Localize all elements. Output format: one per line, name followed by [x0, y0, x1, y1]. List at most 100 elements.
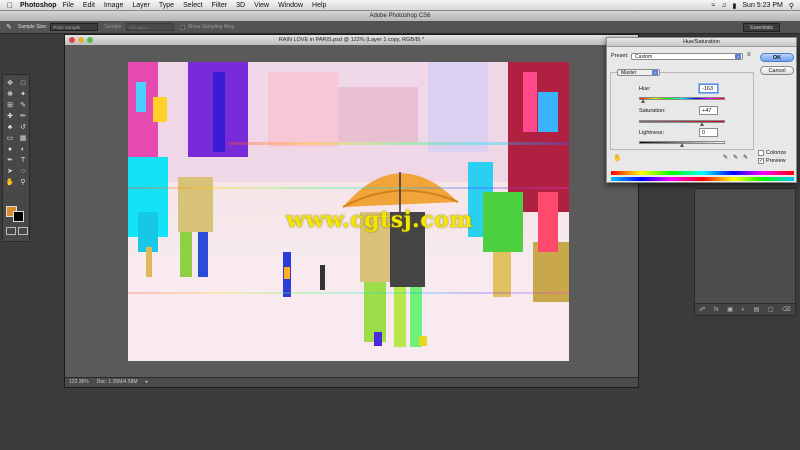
apple-menu-icon[interactable]: 	[4, 1, 16, 10]
doc-info[interactable]: Doc: 1.35M/4.58M	[97, 378, 138, 387]
menu-app-name[interactable]: Photoshop	[20, 2, 57, 9]
healing-brush-icon[interactable]: ✚	[4, 112, 16, 122]
saturation-field[interactable]: +47	[699, 106, 718, 115]
close-window-button[interactable]	[69, 37, 75, 43]
sample-size-label: Sample Size:	[17, 24, 48, 30]
adjustment-layer-icon[interactable]: ◐	[741, 307, 745, 313]
menu-layer[interactable]: Layer	[132, 2, 150, 9]
menu-3d[interactable]: 3D	[236, 2, 245, 9]
eyedropper-icon[interactable]: ✎	[17, 101, 29, 111]
minimize-window-button[interactable]	[78, 37, 84, 43]
document-title-bar[interactable]: RAIN LOVE in PARIS.psd @ 122% (Layer 1 c…	[65, 35, 638, 45]
history-brush-icon[interactable]: ↺	[17, 123, 29, 133]
channel-select[interactable]: Master ↕	[617, 69, 660, 76]
lasso-tool-icon[interactable]: ❋	[4, 90, 16, 100]
hue-label: Hue:	[639, 86, 651, 92]
saturation-slider-thumb[interactable]	[700, 122, 705, 126]
zoom-level[interactable]: 122.36%	[69, 378, 89, 387]
document-title: RAIN LOVE in PARIS.psd @ 122% (Layer 1 c…	[278, 37, 425, 43]
menu-select[interactable]: Select	[183, 2, 202, 9]
menu-filter[interactable]: Filter	[212, 2, 228, 9]
menu-window[interactable]: Window	[278, 2, 303, 9]
colorize-label: Colorize	[766, 150, 787, 156]
add-mask-icon[interactable]: ▣	[727, 306, 733, 313]
hue-slider-track[interactable]	[639, 97, 725, 100]
saturation-label: Saturation:	[639, 108, 666, 114]
zoom-window-button[interactable]	[87, 37, 93, 43]
sample-size-select[interactable]: Point Sample	[50, 23, 99, 31]
menu-type[interactable]: Type	[159, 2, 174, 9]
new-layer-icon[interactable]: ▢	[768, 306, 774, 313]
preset-select[interactable]: Custom ↕	[631, 53, 743, 60]
watermark-text: www.cgtsj.com	[286, 207, 474, 233]
brush-tool-icon[interactable]: ✏	[17, 112, 29, 122]
spotlight-search-icon[interactable]: ⚲	[789, 2, 794, 10]
ok-button[interactable]: OK	[760, 53, 794, 62]
hue-slider-thumb[interactable]	[641, 99, 646, 103]
battery-icon[interactable]: ▮	[733, 2, 737, 10]
menubar-status-area: ≈ ♫ ▮ Sun 5:23 PM ⚲	[711, 0, 794, 11]
show-sampling-ring-label: Show Sampling Ring	[187, 24, 235, 30]
menu-file[interactable]: File	[63, 2, 74, 9]
menu-image[interactable]: Image	[104, 2, 123, 9]
layers-panel-footer: ☍ fx ▣ ◐ ▤ ▢ ⌫	[695, 303, 795, 315]
options-bar: ✎ Sample Size: Point Sample Sample: All …	[0, 21, 800, 34]
lightness-field[interactable]: 0	[699, 128, 718, 137]
quick-select-tool-icon[interactable]: ✦	[17, 90, 29, 100]
link-layers-icon[interactable]: ☍	[699, 306, 705, 313]
input-color-bar	[611, 171, 794, 175]
shape-tool-icon[interactable]: ○	[17, 167, 29, 177]
workspace-switcher[interactable]: Essentials	[743, 23, 780, 32]
eyedropper-minus-icon[interactable]: ✎	[743, 154, 748, 161]
delete-layer-icon[interactable]: ⌫	[782, 306, 790, 313]
show-sampling-ring-checkbox[interactable]	[179, 24, 185, 30]
chevron-down-icon: ↕	[735, 54, 741, 59]
clone-stamp-icon[interactable]: ♣	[4, 123, 16, 133]
dialog-title: Hue/Saturation	[607, 38, 796, 47]
background-color-swatch[interactable]	[13, 211, 24, 222]
eraser-tool-icon[interactable]: ▭	[4, 134, 16, 144]
clock[interactable]: Sun 5:23 PM	[742, 2, 782, 9]
preview-label: Preview	[766, 158, 786, 164]
dodge-tool-icon[interactable]: ◐	[17, 145, 29, 155]
chevron-down-icon: ↕	[652, 70, 658, 75]
hand-tool-icon[interactable]: ✋	[4, 178, 16, 188]
app-title-bar: Adobe Photoshop CS6	[0, 11, 800, 21]
sample-select[interactable]: All Layers	[125, 23, 174, 31]
saturation-slider-track[interactable]	[639, 120, 725, 123]
crop-tool-icon[interactable]: ⊞	[4, 101, 16, 111]
preset-options-icon[interactable]: ≡	[747, 52, 751, 58]
quick-mask-icon[interactable]	[6, 227, 16, 235]
tools-panel: ✥ □ ❋ ✦ ⊞ ✎ ✚ ✏ ♣ ↺ ▭ ▦ ● ◐ ✒ T ➤ ○ ✋ ⚲	[2, 74, 30, 242]
menu-view[interactable]: View	[254, 2, 269, 9]
new-group-icon[interactable]: ▤	[754, 306, 760, 313]
menu-help[interactable]: Help	[312, 2, 326, 9]
layers-panel: ☍ fx ▣ ◐ ▤ ▢ ⌫	[694, 188, 796, 316]
wifi-icon[interactable]: ≈	[711, 2, 715, 9]
layer-style-icon[interactable]: fx	[714, 307, 719, 313]
gradient-tool-icon[interactable]: ▦	[17, 134, 29, 144]
target-adjust-hand-icon[interactable]: ✋	[613, 154, 622, 162]
status-bar: 122.36% Doc: 1.35M/4.58M ▸	[65, 377, 638, 387]
output-color-bar	[611, 177, 794, 181]
marquee-tool-icon[interactable]: □	[17, 79, 29, 89]
move-tool-icon[interactable]: ✥	[4, 79, 16, 89]
status-menu-arrow-icon[interactable]: ▸	[146, 378, 149, 387]
lightness-slider-thumb[interactable]	[680, 143, 684, 147]
hue-saturation-dialog: Hue/Saturation Preset: Custom ↕ ≡ OK Can…	[606, 37, 797, 183]
preview-checkbox[interactable]: ✓	[758, 158, 764, 164]
zoom-tool-icon[interactable]: ⚲	[17, 178, 29, 188]
type-tool-icon[interactable]: T	[17, 156, 29, 166]
cancel-button[interactable]: Cancel	[760, 66, 794, 75]
colorize-checkbox[interactable]	[758, 150, 764, 156]
eyedropper-tool-icon[interactable]: ✎	[6, 23, 12, 31]
volume-icon[interactable]: ♫	[721, 2, 726, 9]
hue-field[interactable]: -163	[699, 84, 718, 93]
eyedropper-icon[interactable]: ✎	[723, 154, 728, 161]
blur-tool-icon[interactable]: ●	[4, 145, 16, 155]
pen-tool-icon[interactable]: ✒	[4, 156, 16, 166]
path-select-tool-icon[interactable]: ➤	[4, 167, 16, 177]
eyedropper-plus-icon[interactable]: ✎	[733, 154, 738, 161]
screen-mode-icon[interactable]	[18, 227, 28, 235]
menu-edit[interactable]: Edit	[83, 2, 95, 9]
